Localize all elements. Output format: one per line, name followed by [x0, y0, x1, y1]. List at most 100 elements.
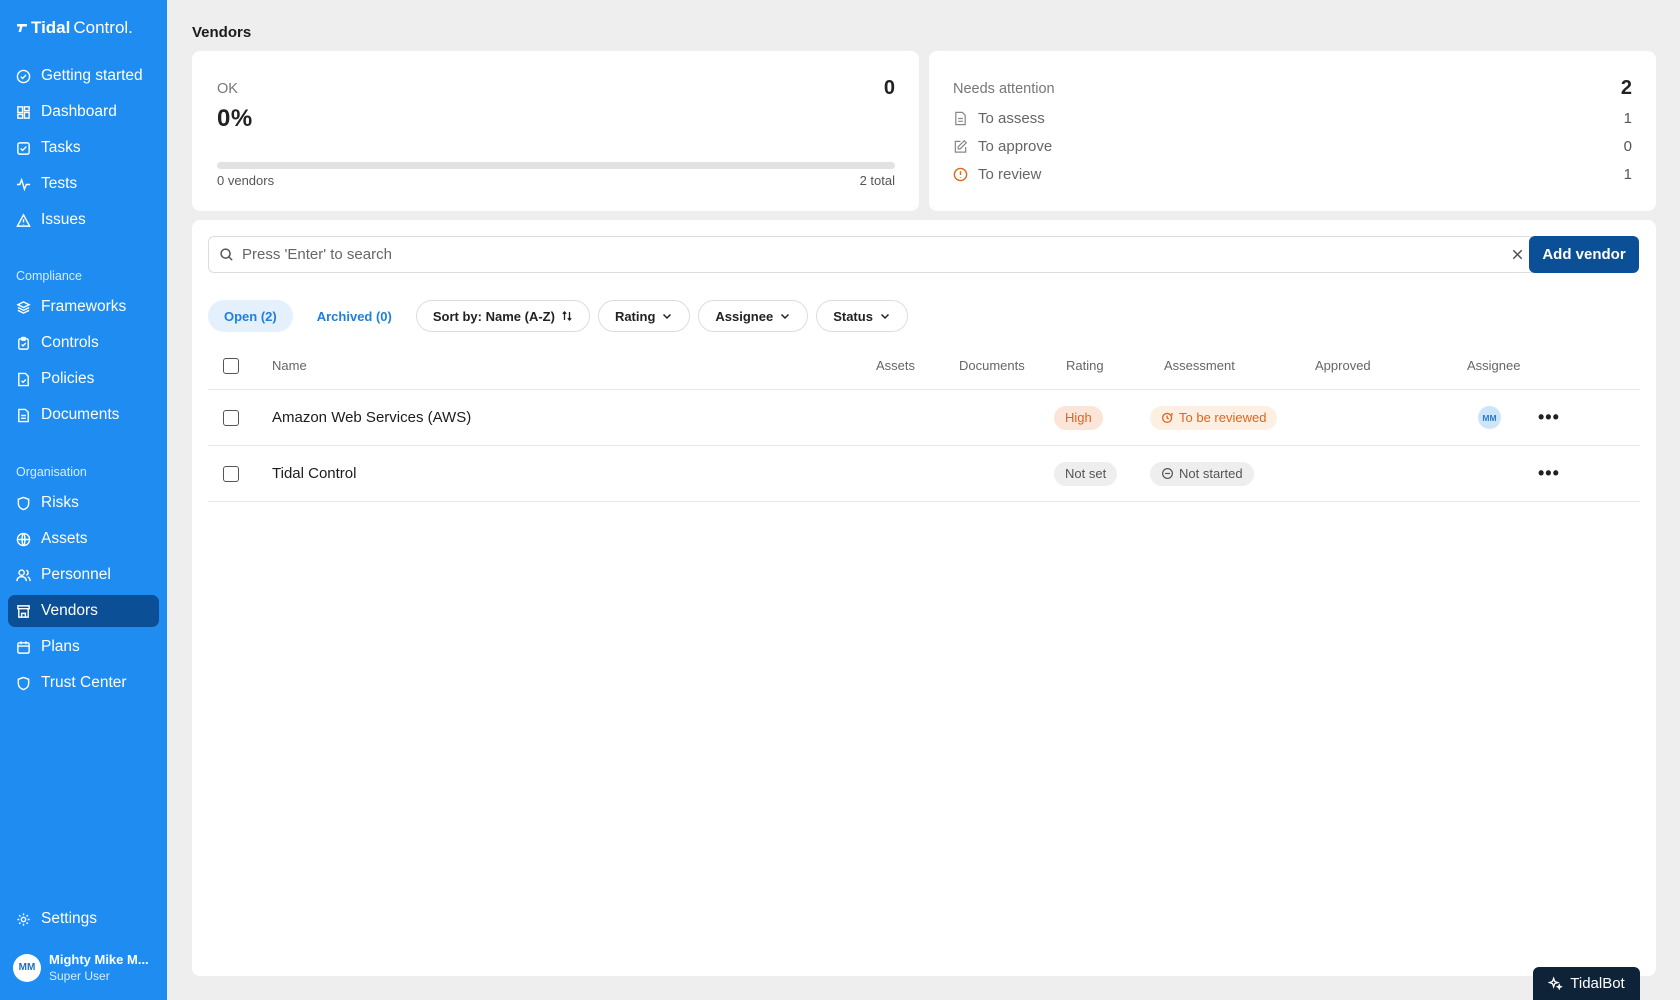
nav-plans[interactable]: Plans [8, 631, 159, 663]
nav-dashboard[interactable]: Dashboard [8, 96, 159, 128]
nav-tests[interactable]: Tests [8, 168, 159, 200]
add-vendor-button[interactable]: Add vendor [1529, 236, 1639, 273]
ok-count: 0 [883, 77, 895, 99]
rating-filter[interactable]: Rating [597, 300, 691, 332]
clear-search-icon[interactable] [1510, 247, 1525, 262]
nav-label: Plans [41, 638, 80, 655]
users-icon [16, 568, 31, 581]
sort-label: Sort by: Name (A-Z) [432, 308, 555, 324]
sparkle-icon [1548, 976, 1564, 991]
header-assignee: Assignee [1467, 358, 1521, 373]
nav-label: Assets [41, 530, 88, 547]
to-review-row[interactable]: To review 1 [953, 162, 1632, 186]
assessment-label: To be reviewed [1179, 410, 1267, 425]
edit-icon [954, 139, 968, 153]
table-row[interactable]: Tidal Control Not set Not started ••• [208, 446, 1640, 502]
assignee-avatar[interactable]: MM [1478, 406, 1501, 429]
tidalbot-button[interactable]: TidalBot [1533, 967, 1640, 1000]
row-checkbox[interactable] [223, 465, 239, 482]
assignee-filter[interactable]: Assignee [698, 300, 809, 332]
nav-frameworks[interactable]: Frameworks [8, 291, 159, 323]
store-icon [17, 604, 30, 618]
table-row[interactable]: Amazon Web Services (AWS) High To be rev… [208, 390, 1640, 446]
logo-light-text: Control. [73, 18, 133, 37]
tab-archived[interactable]: Archived (0) [301, 300, 408, 332]
chevron-down-icon [781, 313, 790, 320]
shield-icon [17, 676, 30, 690]
calendar-icon [17, 640, 30, 654]
header-name[interactable]: Name [272, 342, 307, 389]
nav-controls[interactable]: Controls [8, 327, 159, 359]
nav-policies[interactable]: Policies [8, 363, 159, 395]
assignee-filter-label: Assignee [715, 308, 774, 324]
layers-icon [16, 300, 31, 314]
to-review-value: 1 [1623, 165, 1632, 183]
search-input[interactable] [242, 246, 1502, 263]
user-name: Mighty Mike M... [49, 952, 149, 967]
gear-icon [17, 912, 30, 926]
to-assess-row[interactable]: To assess 1 [953, 106, 1632, 130]
to-assess-label: To assess [978, 109, 1045, 127]
status-filter[interactable]: Status [816, 300, 908, 332]
alert-circle-icon [953, 167, 968, 181]
search-box [208, 236, 1536, 273]
assessment-label: Not started [1179, 466, 1243, 481]
tidalbot-label: TidalBot [1570, 975, 1625, 992]
nav-risks[interactable]: Risks [8, 487, 159, 519]
shield-alert-icon [17, 496, 30, 510]
nav-tasks[interactable]: Tasks [8, 132, 159, 164]
nav-label: Documents [41, 406, 120, 423]
assessment-badge: Not started [1150, 461, 1254, 486]
tab-open[interactable]: Open (2) [208, 300, 293, 332]
more-options-icon[interactable]: ••• [1538, 390, 1560, 445]
ok-total-count: 2 total [859, 173, 895, 188]
filter-bar: Open (2) Archived (0) Sort by: Name (A-Z… [208, 300, 908, 332]
to-assess-value: 1 [1623, 109, 1632, 127]
minus-circle-icon [1162, 468, 1173, 479]
section-organisation: Organisation [16, 465, 87, 479]
nav-assets[interactable]: Assets [8, 523, 159, 555]
nav-label: Tasks [41, 139, 81, 156]
nav-label: Issues [41, 211, 86, 228]
settings-nav: Settings [8, 903, 159, 939]
vendor-name[interactable]: Tidal Control [272, 446, 356, 501]
logo-bold-text: Tidal [31, 18, 71, 37]
select-all-checkbox[interactable] [223, 357, 239, 374]
document-icon [955, 111, 966, 125]
header-rating: Rating [1066, 358, 1104, 373]
ok-progress-bar [217, 162, 895, 169]
organisation-nav: Risks Assets Personnel Vendors Plans Tru… [8, 487, 159, 703]
row-checkbox[interactable] [223, 409, 239, 426]
nav-label: Personnel [41, 566, 111, 583]
pulse-icon [16, 177, 31, 191]
rating-badge: High [1054, 405, 1103, 430]
user-profile[interactable]: MM Mighty Mike M... Super User [13, 952, 149, 983]
nav-documents[interactable]: Documents [8, 399, 159, 431]
nav-vendors[interactable]: Vendors [8, 595, 159, 627]
logo[interactable]: Tidal Control. [16, 18, 133, 38]
nav-label: Risks [41, 494, 79, 511]
nav-getting-started[interactable]: Getting started [8, 60, 159, 92]
nav-issues[interactable]: Issues [8, 204, 159, 236]
nav-label: Frameworks [41, 298, 127, 315]
nav-trust-center[interactable]: Trust Center [8, 667, 159, 699]
nav-label: Policies [41, 370, 95, 387]
sort-dropdown[interactable]: Sort by: Name (A-Z) [415, 300, 590, 332]
nav-settings[interactable]: Settings [8, 903, 159, 935]
vendor-name[interactable]: Amazon Web Services (AWS) [272, 390, 471, 445]
tasks-icon [17, 141, 30, 155]
table-header: Name Assets Documents Rating Assessment … [208, 342, 1640, 390]
header-documents: Documents [959, 358, 1025, 373]
chevron-down-icon [880, 313, 889, 320]
to-review-label: To review [978, 165, 1042, 183]
avatar: MM [13, 953, 41, 982]
to-approve-row[interactable]: To approve 0 [953, 134, 1632, 158]
user-role: Super User [49, 969, 110, 983]
dashboard-icon [17, 105, 30, 119]
nav-label: Controls [41, 334, 99, 351]
vendor-table: Name Assets Documents Rating Assessment … [208, 342, 1640, 502]
rating-badge: Not set [1054, 461, 1118, 486]
clock-alert-icon [1161, 412, 1173, 424]
more-options-icon[interactable]: ••• [1538, 446, 1560, 501]
nav-personnel[interactable]: Personnel [8, 559, 159, 591]
